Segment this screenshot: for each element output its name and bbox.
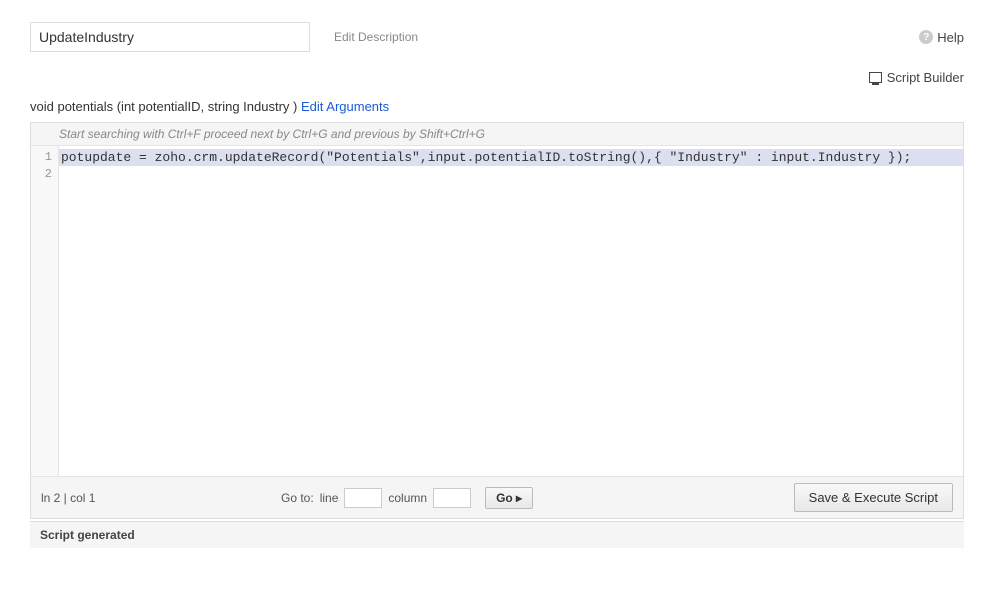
- goto-section: Go to: line column Go ▸: [281, 487, 533, 509]
- help-link[interactable]: ? Help: [919, 30, 964, 45]
- edit-description-link[interactable]: Edit Description: [334, 30, 418, 44]
- goto-column-label: column: [388, 491, 427, 505]
- goto-line-label: line: [320, 491, 339, 505]
- script-builder-link[interactable]: Script Builder: [869, 70, 964, 85]
- search-hint: Start searching with Ctrl+F proceed next…: [31, 123, 963, 146]
- script-builder-icon: [869, 72, 882, 83]
- goto-column-input[interactable]: [433, 488, 471, 508]
- goto-label: Go to:: [281, 491, 314, 505]
- help-icon: ?: [919, 30, 933, 44]
- signature-text: void potentials (int potentialID, string…: [30, 99, 297, 114]
- cursor-position: ln 2 | col 1: [41, 491, 281, 505]
- code-line[interactable]: [59, 166, 963, 183]
- line-number: 2: [31, 166, 58, 183]
- edit-arguments-link[interactable]: Edit Arguments: [301, 99, 389, 114]
- script-builder-row: Script Builder: [30, 70, 964, 85]
- header-row: Edit Description ? Help: [30, 22, 964, 52]
- save-execute-button[interactable]: Save & Execute Script: [794, 483, 953, 512]
- code-line[interactable]: potupdate = zoho.crm.updateRecord("Poten…: [59, 149, 963, 166]
- line-gutter: 1 2: [31, 146, 59, 476]
- status-bar: ln 2 | col 1 Go to: line column Go ▸ Sav…: [31, 476, 963, 518]
- goto-line-input[interactable]: [344, 488, 382, 508]
- function-name-input[interactable]: [30, 22, 310, 52]
- code-editor: Start searching with Ctrl+F proceed next…: [30, 122, 964, 519]
- code-lines[interactable]: potupdate = zoho.crm.updateRecord("Poten…: [59, 146, 963, 476]
- go-button[interactable]: Go ▸: [485, 487, 533, 509]
- script-builder-label: Script Builder: [887, 70, 964, 85]
- help-label: Help: [937, 30, 964, 45]
- function-signature: void potentials (int potentialID, string…: [30, 99, 964, 114]
- code-area[interactable]: 1 2 potupdate = zoho.crm.updateRecord("P…: [31, 146, 963, 476]
- script-generated-panel[interactable]: Script generated: [30, 521, 964, 548]
- line-number: 1: [31, 149, 58, 166]
